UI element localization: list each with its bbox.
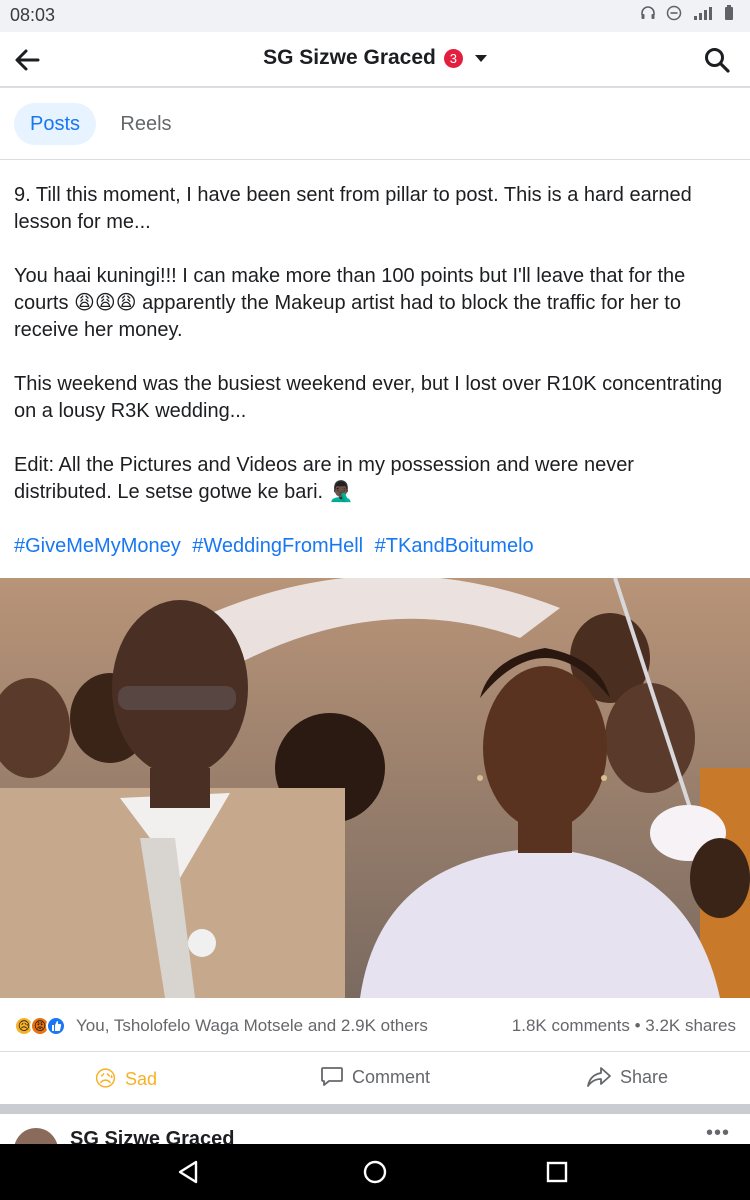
more-options-icon[interactable]: ••• xyxy=(706,1122,730,1144)
back-nav-icon[interactable] xyxy=(174,1158,202,1186)
post-actions: 😥 Sad Comment Share xyxy=(0,1052,750,1104)
post-paragraph: Edit: All the Pictures and Videos are in… xyxy=(14,454,634,503)
comment-icon xyxy=(321,1067,343,1086)
reaction-summary-text[interactable]: You, Tsholofelo Waga Motsele and 2.9K ot… xyxy=(76,1016,428,1036)
post-body: 9. Till this moment, I have been sent fr… xyxy=(14,182,736,560)
sad-label: Sad xyxy=(124,1068,157,1089)
chevron-down-icon xyxy=(474,54,487,62)
share-icon xyxy=(587,1067,611,1087)
battery-icon xyxy=(725,5,733,20)
share-button[interactable]: Share xyxy=(586,1066,668,1088)
profile-tabs: Posts Reels xyxy=(0,90,750,160)
do-not-disturb-icon xyxy=(666,5,682,21)
system-nav-bar xyxy=(0,1144,750,1200)
avatar[interactable] xyxy=(14,1128,58,1144)
next-post-header: SG Sizwe Graced ••• xyxy=(0,1114,750,1144)
hashtag-list: #GiveMeMyMoney #WeddingFromHell #TKandBo… xyxy=(14,533,736,560)
status-bar: 08:03 xyxy=(0,0,750,32)
reaction-icons: 😥 😡 xyxy=(14,1016,66,1036)
status-icons xyxy=(640,5,734,21)
recents-nav-icon[interactable] xyxy=(543,1158,571,1186)
post-photo[interactable] xyxy=(0,578,750,998)
sad-face-icon: 😥 xyxy=(94,1066,117,1091)
hashtag-link[interactable]: #GiveMeMyMoney xyxy=(14,535,181,557)
hashtag-link[interactable]: #TKandBoitumelo xyxy=(375,535,534,557)
search-icon[interactable] xyxy=(702,45,732,75)
page-title: SG Sizwe Graced xyxy=(263,46,436,69)
sad-reaction-button[interactable]: 😥 Sad xyxy=(94,1066,157,1092)
reactions-summary-row[interactable]: 😥 😡 You, Tsholofelo Waga Motsele and 2.9… xyxy=(0,1000,750,1052)
post-paragraph: You haai kuningi!!! I can make more than… xyxy=(14,265,686,341)
signal-icon xyxy=(694,7,712,20)
share-label: Share xyxy=(620,1066,669,1087)
home-nav-icon[interactable] xyxy=(361,1158,389,1186)
comments-shares-count[interactable]: 1.8K comments • 3.2K shares xyxy=(512,1016,736,1036)
post-paragraph: 9. Till this moment, I have been sent fr… xyxy=(14,184,692,233)
profile-header: SG Sizwe Graced 3 xyxy=(0,32,750,88)
hashtag-link[interactable]: #WeddingFromHell xyxy=(192,535,363,557)
notification-badge: 3 xyxy=(443,48,463,68)
comment-button[interactable]: Comment xyxy=(320,1066,430,1088)
status-time: 08:03 xyxy=(10,5,56,25)
next-post-author[interactable]: SG Sizwe Graced xyxy=(70,1128,235,1144)
wedding-photo-image xyxy=(0,578,750,998)
tab-posts[interactable]: Posts xyxy=(14,103,96,145)
tab-reels[interactable]: Reels xyxy=(106,103,186,145)
headphones-icon xyxy=(641,6,655,19)
profile-switcher[interactable]: SG Sizwe Graced 3 xyxy=(0,46,750,70)
comment-label: Comment xyxy=(352,1066,431,1087)
post-paragraph: This weekend was the busiest weekend eve… xyxy=(14,373,723,422)
like-reaction-icon xyxy=(46,1016,66,1036)
feed-divider xyxy=(0,1104,750,1114)
